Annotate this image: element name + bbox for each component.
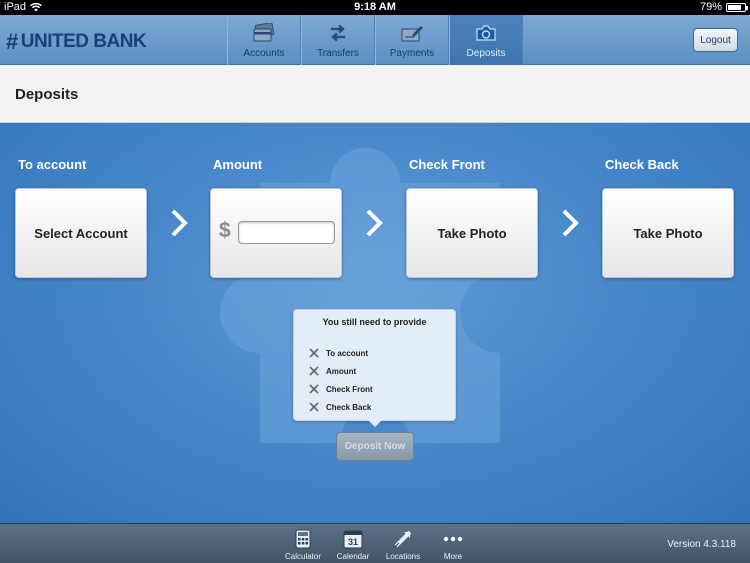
requirements-title: You still need to provide	[322, 317, 427, 327]
check-back-label: Check Back	[605, 157, 679, 172]
select-account-button[interactable]: Select Account	[15, 188, 147, 278]
chevron-right-icon	[562, 209, 579, 237]
requirements-tooltip: You still need to provide To account Amo…	[293, 309, 456, 427]
battery-percent: 79%	[699, 1, 722, 13]
battery-fill	[728, 4, 741, 10]
calendar-button[interactable]: 31 Calendar	[328, 528, 378, 561]
main-tabs: Accounts Transfers Payments Deposits	[227, 15, 523, 65]
map-pin-icon	[394, 530, 412, 548]
currency-symbol: $	[219, 219, 231, 242]
list-item: To account	[309, 344, 455, 362]
more-label: More	[443, 552, 463, 561]
deposit-now-button[interactable]: Deposit Now	[336, 432, 414, 461]
amount-label: Amount	[213, 157, 263, 172]
cards-icon	[253, 23, 275, 42]
x-mark-icon	[309, 384, 319, 394]
tab-transfers[interactable]: Transfers	[301, 15, 375, 65]
requirement-label: To account	[326, 348, 369, 358]
page-title-bar: Deposits	[0, 65, 750, 123]
list-item: Amount	[309, 362, 455, 380]
status-bar: iPad 9:18 AM 79%	[0, 0, 750, 15]
tab-label: Accounts	[243, 48, 285, 59]
pen-paper-icon	[401, 26, 423, 42]
tab-label: Transfers	[317, 48, 359, 59]
camera-icon	[476, 25, 496, 41]
battery-icon	[726, 2, 748, 12]
bank-logo: # UNITED BANK	[6, 29, 147, 55]
locations-label: Locations	[385, 552, 421, 561]
calendar-icon: 31	[343, 530, 363, 549]
requirement-label: Check Back	[326, 402, 372, 412]
x-mark-icon	[309, 402, 319, 412]
tab-label: Deposits	[466, 48, 506, 59]
footer-toolbar: Calculator 31 Calendar Locations More Ve…	[0, 523, 750, 563]
logout-button[interactable]: Logout	[693, 28, 738, 52]
list-item: Check Front	[309, 380, 455, 398]
to-account-label: To account	[18, 157, 87, 172]
logo-mark-icon: #	[6, 29, 18, 54]
calendar-day: 31	[348, 537, 358, 547]
list-item: Check Back	[309, 398, 455, 416]
tab-deposits[interactable]: Deposits	[449, 15, 523, 65]
requirement-label: Check Front	[326, 384, 373, 394]
calculator-button[interactable]: Calculator	[278, 528, 328, 561]
transfer-arrows-icon	[331, 24, 345, 42]
tab-label: Payments	[389, 48, 435, 59]
locations-button[interactable]: Locations	[378, 528, 428, 561]
more-dots-icon	[443, 536, 463, 542]
chevron-right-icon	[171, 209, 188, 237]
calculator-label: Calculator	[284, 552, 321, 561]
version-label: Version 4.3.118	[667, 539, 736, 550]
calendar-label: Calendar	[336, 552, 370, 561]
amount-card: $	[210, 188, 342, 278]
take-photo-front-button[interactable]: Take Photo	[406, 188, 538, 278]
check-front-label: Check Front	[409, 157, 485, 172]
x-mark-icon	[309, 366, 319, 376]
tab-accounts[interactable]: Accounts	[227, 15, 301, 65]
amount-input[interactable]	[238, 221, 335, 244]
chevron-right-icon	[366, 209, 383, 237]
tab-payments[interactable]: Payments	[375, 15, 449, 65]
app-header: # UNITED BANK Accounts Transfers Payment…	[0, 15, 750, 65]
more-button[interactable]: More	[428, 528, 478, 561]
x-mark-icon	[309, 348, 319, 358]
deposit-panel: To account Amount Check Front Check Back…	[0, 123, 750, 523]
requirement-label: Amount	[326, 366, 357, 376]
take-photo-back-button[interactable]: Take Photo	[602, 188, 734, 278]
page-title: Deposits	[15, 86, 79, 103]
clock: 9:18 AM	[354, 1, 396, 13]
logo-text: UNITED BANK	[20, 31, 147, 52]
requirements-list: To account Amount Check Front Check Back	[309, 344, 455, 416]
calculator-icon	[295, 529, 311, 549]
